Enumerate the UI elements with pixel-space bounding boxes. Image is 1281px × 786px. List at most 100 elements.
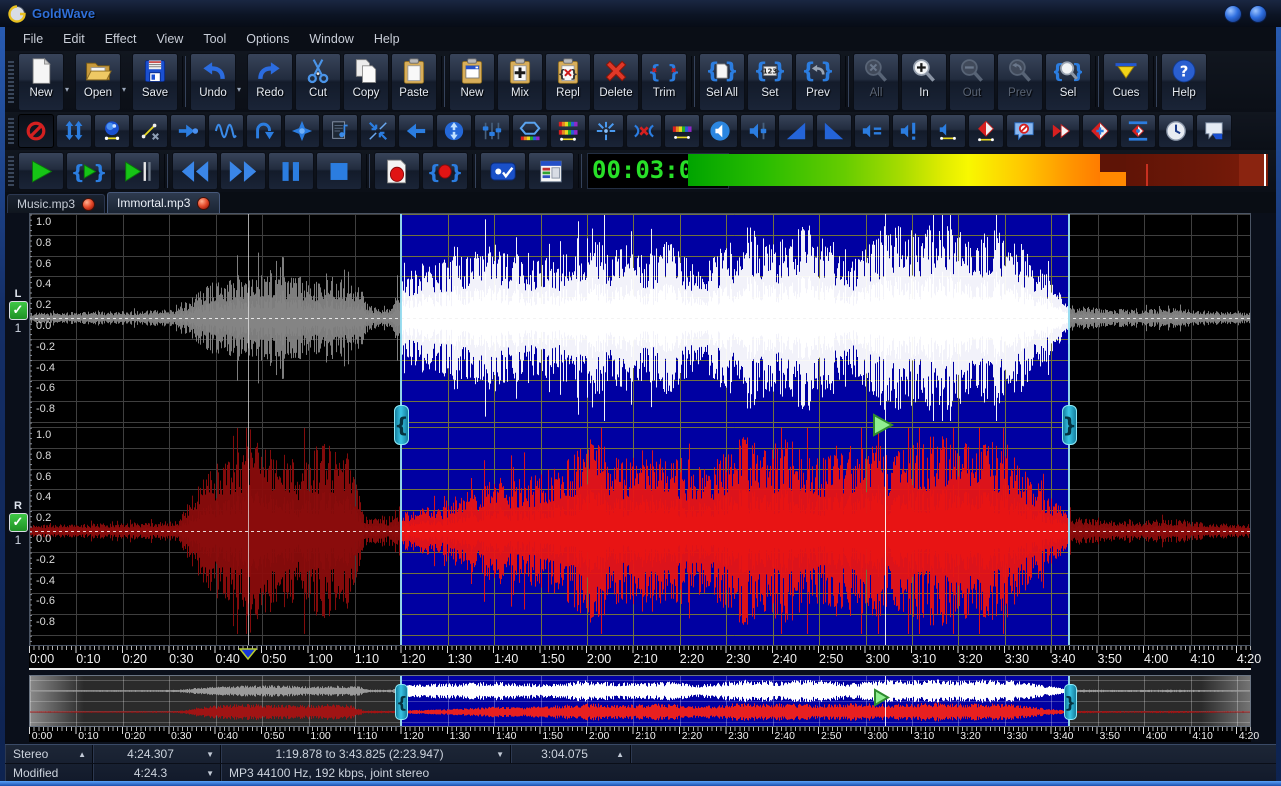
filter-button[interactable] — [322, 114, 358, 148]
menu-help[interactable]: Help — [364, 29, 410, 49]
new-button[interactable]: New — [449, 52, 495, 111]
sel-all-button[interactable]: {}Sel All — [699, 52, 745, 111]
dropdown-arrow[interactable]: ▾ — [122, 85, 131, 94]
mix-button[interactable]: Mix — [497, 52, 543, 111]
rewind-button[interactable] — [172, 152, 218, 190]
channel-checkbox[interactable]: ✓ — [8, 513, 28, 532]
playback-marker[interactable] — [872, 413, 894, 442]
invert-button[interactable] — [436, 114, 472, 148]
compressor-button[interactable] — [360, 114, 396, 148]
equalizer-button[interactable] — [474, 114, 510, 148]
device-controls-button[interactable] — [1120, 114, 1156, 148]
overview-time-axis[interactable]: 0:00 0:10 0:20 0:30 0:40 0:50 1:00 1:10 1:20 1:30… — [29, 727, 1259, 742]
tab-close-icon[interactable] — [82, 197, 96, 211]
minimize-button[interactable] — [1224, 5, 1242, 23]
undo-button[interactable]: Undo — [190, 52, 236, 111]
prev-button[interactable]: {}Prev — [795, 52, 841, 111]
menu-edit[interactable]: Edit — [53, 29, 95, 49]
menu-window[interactable]: Window — [299, 29, 363, 49]
play-selection-button[interactable]: {} — [66, 152, 112, 190]
tab-music-mp3[interactable]: Music.mp3 — [7, 194, 106, 213]
new-button[interactable]: New — [18, 52, 64, 111]
control-properties-button[interactable] — [528, 152, 574, 190]
menu-effect[interactable]: Effect — [95, 29, 147, 49]
out-button[interactable]: Out — [949, 52, 995, 111]
status-length-short[interactable]: 4:24.3 ▼ — [93, 764, 221, 782]
expression-evaluator-button[interactable] — [132, 114, 168, 148]
title-bar[interactable]: GoldWave — [0, 0, 1281, 27]
overview-selection-end-handle[interactable]: } — [1063, 684, 1077, 720]
offset-button[interactable] — [170, 114, 206, 148]
status-playback-position[interactable]: 3:04.075 ▲ — [511, 745, 631, 763]
flange-button[interactable] — [284, 114, 320, 148]
cut-button[interactable]: Cut — [295, 52, 341, 111]
sel-button[interactable]: {}Sel — [1045, 52, 1091, 111]
reverse-button[interactable] — [398, 114, 434, 148]
up-arrow-icon[interactable]: ▲ — [78, 750, 86, 759]
pitch-button[interactable] — [94, 114, 130, 148]
main-time-axis[interactable]: 0:00 0:10 0:20 0:30 0:40 0:50 1:00 1:10 1:20 1:30… — [29, 646, 1261, 670]
timer-button[interactable] — [1158, 114, 1194, 148]
tab-immortal-mp3[interactable]: Immortal.mp3 — [107, 192, 221, 213]
down-arrow-icon[interactable]: ▼ — [206, 750, 214, 759]
echo-button[interactable] — [246, 114, 282, 148]
down-arrow-icon[interactable]: ▼ — [206, 769, 214, 778]
noise-reduction-button[interactable] — [550, 114, 586, 148]
trim-button[interactable]: { } Trim — [641, 52, 687, 111]
volume-button[interactable] — [702, 114, 738, 148]
close-button[interactable] — [1249, 5, 1267, 23]
all-button[interactable]: All — [853, 52, 899, 111]
tab-close-icon[interactable] — [197, 196, 211, 210]
silence-reduction-button[interactable] — [626, 114, 662, 148]
pause-button[interactable] — [268, 152, 314, 190]
disable-gap-button[interactable] — [18, 114, 54, 148]
fast-forward-button[interactable] — [220, 152, 266, 190]
in-button[interactable]: In — [901, 52, 947, 111]
play-button[interactable] — [18, 152, 64, 190]
doppler-button[interactable] — [208, 114, 244, 148]
status-total-length[interactable]: 4:24.307 ▼ — [93, 745, 221, 763]
monitor-input-button[interactable] — [480, 152, 526, 190]
playback-device-button[interactable] — [1044, 114, 1080, 148]
open-button[interactable]: Open — [75, 52, 121, 111]
pan-button[interactable] — [968, 114, 1004, 148]
status-channel-mode[interactable]: Stereo ▲ — [5, 745, 93, 763]
mechanize-button[interactable] — [512, 114, 548, 148]
status-selection-range[interactable]: 1:19.878 to 3:43.825 (2:23.947) ▼ — [221, 745, 511, 763]
paste-button[interactable]: Paste — [391, 52, 437, 111]
channel-checkbox[interactable]: ✓ — [8, 301, 28, 320]
pop-click-button[interactable] — [588, 114, 624, 148]
overview-selection-start-handle[interactable]: { — [395, 684, 409, 720]
set-button[interactable]: {}123Set — [747, 52, 793, 111]
up-arrow-icon[interactable]: ▲ — [616, 750, 624, 759]
fade-in-button[interactable] — [778, 114, 814, 148]
feedback-button[interactable] — [1196, 114, 1232, 148]
menu-file[interactable]: File — [13, 29, 53, 49]
adjust-cue-button[interactable] — [56, 114, 92, 148]
copy-button[interactable]: Copy — [343, 52, 389, 111]
menu-options[interactable]: Options — [236, 29, 299, 49]
delete-button[interactable]: Delete — [593, 52, 639, 111]
fade-out-button[interactable] — [816, 114, 852, 148]
stop-button[interactable] — [316, 152, 362, 190]
help-button[interactable]: ? Help — [1161, 52, 1207, 111]
save-button[interactable]: Save — [132, 52, 178, 111]
selection-end-handle[interactable]: } — [1062, 405, 1078, 445]
overview-playback-marker[interactable] — [873, 688, 890, 712]
record-button[interactable] — [374, 152, 420, 190]
menu-tool[interactable]: Tool — [193, 29, 236, 49]
menu-view[interactable]: View — [146, 29, 193, 49]
mix-device-button[interactable] — [1082, 114, 1118, 148]
redo-button[interactable]: Redo — [247, 52, 293, 111]
change-volume-button[interactable] — [740, 114, 776, 148]
record-selection-button[interactable]: {} — [422, 152, 468, 190]
selection-start-handle[interactable]: { — [393, 405, 409, 445]
shape-volume-button[interactable] — [930, 114, 966, 148]
dropdown-arrow[interactable]: ▾ — [65, 85, 74, 94]
dropdown-arrow[interactable]: ▾ — [237, 85, 246, 94]
smoother-button[interactable] — [664, 114, 700, 148]
down-arrow-icon[interactable]: ▼ — [496, 750, 504, 759]
prev-button[interactable]: Prev — [997, 52, 1043, 111]
match-volume-button[interactable] — [854, 114, 890, 148]
play-current-button[interactable] — [114, 152, 160, 190]
